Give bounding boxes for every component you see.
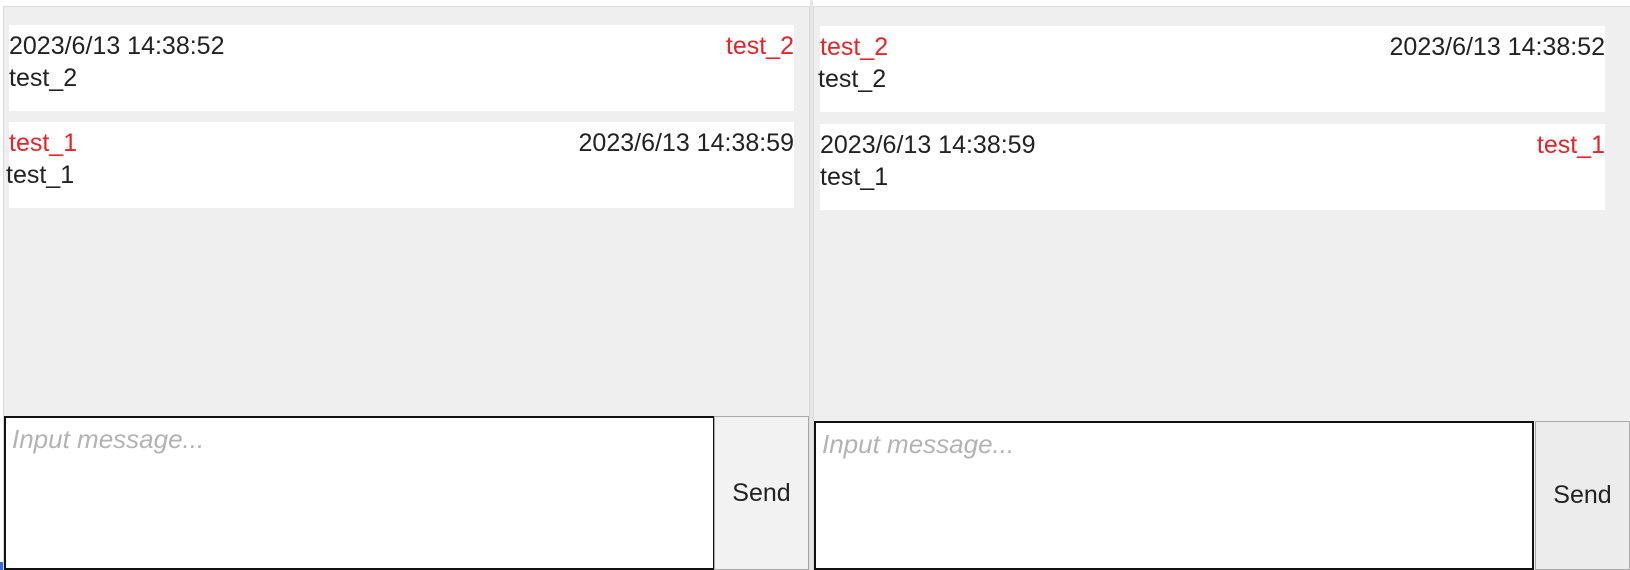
send-button[interactable]: Send — [1535, 421, 1630, 570]
message-timestamp: 2023/6/13 14:38:52 — [9, 32, 225, 60]
message-header: test_1 2023/6/13 14:38:59 — [9, 128, 794, 158]
chat-window-right: test_2 2023/6/13 14:38:52 test_2 2023/6/… — [813, 6, 1630, 570]
message-item: 2023/6/13 14:38:59 test_1 test_1 — [820, 124, 1605, 210]
message-sender: test_2 — [820, 33, 889, 61]
message-text: test_2 — [818, 65, 887, 93]
message-header: 2023/6/13 14:38:59 test_1 — [820, 130, 1605, 160]
message-input[interactable] — [814, 421, 1534, 570]
message-item: test_2 2023/6/13 14:38:52 test_2 — [818, 26, 1605, 112]
chat-window-left: 2023/6/13 14:38:52 test_2 test_2 test_1 … — [3, 6, 810, 570]
message-text: test_1 — [820, 163, 889, 191]
message-text: test_1 — [6, 161, 75, 189]
message-header: test_2 2023/6/13 14:38:52 — [820, 32, 1605, 62]
send-button[interactable]: Send — [714, 416, 809, 570]
message-item: test_1 2023/6/13 14:38:59 test_1 — [6, 122, 794, 208]
message-input[interactable] — [4, 416, 715, 570]
message-header: 2023/6/13 14:38:52 test_2 — [9, 31, 794, 61]
message-sender: test_1 — [1536, 131, 1605, 159]
message-text: test_2 — [9, 64, 78, 92]
message-sender: test_2 — [725, 32, 794, 60]
message-composer: Send — [814, 421, 1630, 570]
message-sender: test_1 — [9, 129, 78, 157]
message-timestamp: 2023/6/13 14:38:59 — [820, 131, 1036, 159]
message-timestamp: 2023/6/13 14:38:59 — [578, 129, 794, 157]
message-item: 2023/6/13 14:38:52 test_2 test_2 — [9, 25, 794, 111]
message-composer: Send — [4, 416, 809, 570]
message-timestamp: 2023/6/13 14:38:52 — [1389, 33, 1605, 61]
